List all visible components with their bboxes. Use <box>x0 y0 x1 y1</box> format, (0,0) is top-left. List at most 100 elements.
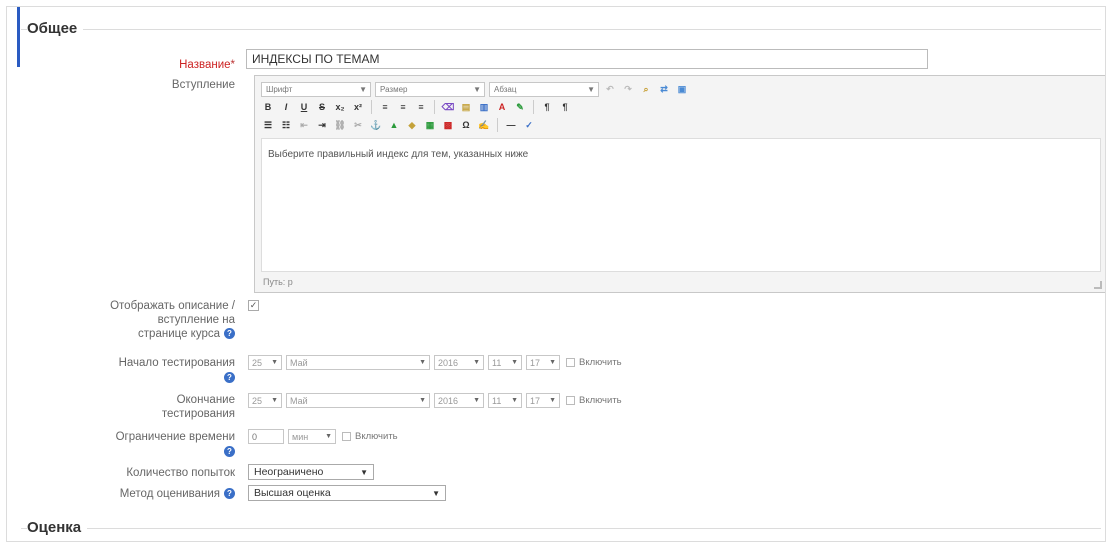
chevron-down-icon: ▼ <box>511 397 518 404</box>
name-input[interactable] <box>246 49 928 69</box>
time-limit-label-text: Ограничение времени <box>115 431 235 443</box>
editor-toolbar-row-2: B I U S x₂ x² ≡ ≡ ≡ ⌫ ▤ ▥ A ✎ ¶ ¶ <box>261 98 572 116</box>
spellcheck-icon[interactable]: ▩ <box>441 118 455 132</box>
anchor-icon[interactable]: ⚓ <box>369 118 383 132</box>
underline-icon[interactable]: U <box>297 100 311 114</box>
table-icon[interactable]: ▦ <box>423 118 437 132</box>
chevron-down-icon: ▼ <box>511 359 518 366</box>
undo-icon[interactable]: ↶ <box>603 82 617 96</box>
subscript-icon[interactable]: x₂ <box>333 100 347 114</box>
close-minute-value: 17 <box>530 395 541 406</box>
chevron-down-icon: ▼ <box>325 433 332 440</box>
superscript-icon[interactable]: x² <box>351 100 365 114</box>
help-icon[interactable]: ? <box>224 446 235 457</box>
open-time-label-text: Начало тестирования <box>118 357 235 369</box>
resize-handle-icon[interactable] <box>1094 281 1102 289</box>
toolbar-divider <box>497 118 498 132</box>
show-description-checkbox[interactable]: ✓ <box>248 300 259 311</box>
toolbar-divider <box>371 100 372 114</box>
horizontal-rule-icon[interactable]: — <box>504 118 518 132</box>
paste-word-icon[interactable]: ▥ <box>477 100 491 114</box>
help-icon[interactable]: ? <box>224 372 235 383</box>
spell-icon[interactable]: ✓ <box>522 118 536 132</box>
image-icon[interactable]: ▲ <box>387 118 401 132</box>
section-grade-heading[interactable]: Оценка <box>27 519 88 536</box>
open-day-select[interactable]: 25 ▼ <box>248 355 282 370</box>
time-limit-unit-select[interactable]: мин ▼ <box>288 429 336 444</box>
special-char-icon[interactable]: Ω <box>459 118 473 132</box>
align-right-icon[interactable]: ≡ <box>414 100 428 114</box>
show-description-line-3-text: странице курса <box>138 328 220 340</box>
chevron-down-icon: ▼ <box>473 84 481 94</box>
font-size-select[interactable]: Размер ▼ <box>375 81 485 97</box>
close-enable-toggle[interactable]: Включить <box>566 395 622 406</box>
open-hour-select[interactable]: 11 ▼ <box>488 355 522 370</box>
align-center-icon[interactable]: ≡ <box>396 100 410 114</box>
redo-icon[interactable]: ↷ <box>621 82 635 96</box>
editor-path: Путь: p <box>263 277 293 287</box>
find-icon[interactable]: ⌕ <box>639 82 653 96</box>
open-enable-toggle[interactable]: Включить <box>566 357 622 368</box>
indent-icon[interactable]: ⇥ <box>315 118 329 132</box>
open-time-label: Начало тестирования ? <box>17 356 235 383</box>
required-mark: * <box>230 59 235 71</box>
editor-content-area[interactable]: Выберите правильный индекс для тем, указ… <box>261 138 1101 272</box>
grading-method-select[interactable]: Высшая оценка ▼ <box>248 485 446 501</box>
code-icon[interactable]: ✍ <box>477 118 491 132</box>
settings-form: Общее Название* Вступление Шрифт ▼ Размер… <box>6 6 1106 542</box>
clear-format-icon[interactable]: ⌫ <box>441 100 455 114</box>
unlink-icon[interactable]: ✂ <box>351 118 365 132</box>
time-limit-enable-toggle[interactable]: Включить <box>342 431 398 442</box>
rtl-icon[interactable]: ¶ <box>558 100 572 114</box>
outdent-icon[interactable]: ⇤ <box>297 118 311 132</box>
text-color-icon[interactable]: A <box>495 100 509 114</box>
replace-icon[interactable]: ⇄ <box>657 82 671 96</box>
italic-icon[interactable]: I <box>279 100 293 114</box>
time-limit-enable-checkbox[interactable] <box>342 431 351 441</box>
help-icon[interactable]: ? <box>224 328 235 340</box>
attempts-select[interactable]: Неограничено ▼ <box>248 464 374 480</box>
close-day-value: 25 <box>252 395 263 406</box>
close-hour-select[interactable]: 11 ▼ <box>488 393 522 408</box>
font-select-label: Шрифт <box>266 84 293 94</box>
close-day-select[interactable]: 25 ▼ <box>248 393 282 408</box>
section-general-heading[interactable]: Общее <box>27 20 84 37</box>
highlight-color-icon[interactable]: ✎ <box>513 100 527 114</box>
open-month-select[interactable]: Май ▼ <box>286 355 430 370</box>
close-month-select[interactable]: Май ▼ <box>286 393 430 408</box>
link-icon[interactable]: ⛓ <box>333 118 347 132</box>
open-hour-value: 11 <box>492 357 502 368</box>
media-icon[interactable]: ◆ <box>405 118 419 132</box>
toolbar-divider <box>434 100 435 114</box>
close-minute-select[interactable]: 17 ▼ <box>526 393 560 408</box>
bullet-list-icon[interactable]: ☰ <box>261 118 275 132</box>
time-limit-enable-label: Включить <box>355 431 398 442</box>
paragraph-select-label: Абзац <box>494 84 517 94</box>
close-enable-checkbox[interactable] <box>566 395 575 405</box>
attempts-label: Количество попыток <box>126 467 235 479</box>
close-year-select[interactable]: 2016 ▼ <box>434 393 484 408</box>
fullscreen-icon[interactable]: ▣ <box>675 82 689 96</box>
strikethrough-icon[interactable]: S <box>315 100 329 114</box>
paragraph-select[interactable]: Абзац ▼ <box>489 81 599 97</box>
close-time-line-1: Окончание <box>176 394 235 406</box>
time-limit-input[interactable]: 0 <box>248 429 284 444</box>
ltr-icon[interactable]: ¶ <box>540 100 554 114</box>
size-select-label: Размер <box>380 84 408 94</box>
open-year-select[interactable]: 2016 ▼ <box>434 355 484 370</box>
align-left-icon[interactable]: ≡ <box>378 100 392 114</box>
paste-text-icon[interactable]: ▤ <box>459 100 473 114</box>
numbered-list-icon[interactable]: ☷ <box>279 118 293 132</box>
intro-editor: Шрифт ▼ Размер ▼ Абзац ▼ ↶ ↷ ⌕ ⇄ ▣ B I U S … <box>254 75 1105 293</box>
show-description-label: Отображать описание / вступление на стра… <box>17 299 235 341</box>
bold-icon[interactable]: B <box>261 100 275 114</box>
open-enable-checkbox[interactable] <box>566 357 575 367</box>
open-minute-select[interactable]: 17 ▼ <box>526 355 560 370</box>
chevron-down-icon: ▼ <box>271 359 278 366</box>
chevron-down-icon: ▼ <box>587 84 595 94</box>
font-family-select[interactable]: Шрифт ▼ <box>261 81 371 97</box>
chevron-down-icon: ▼ <box>419 359 426 366</box>
help-icon[interactable]: ? <box>224 488 235 500</box>
close-year-value: 2016 <box>438 395 459 406</box>
name-label-text: Название <box>179 59 231 71</box>
